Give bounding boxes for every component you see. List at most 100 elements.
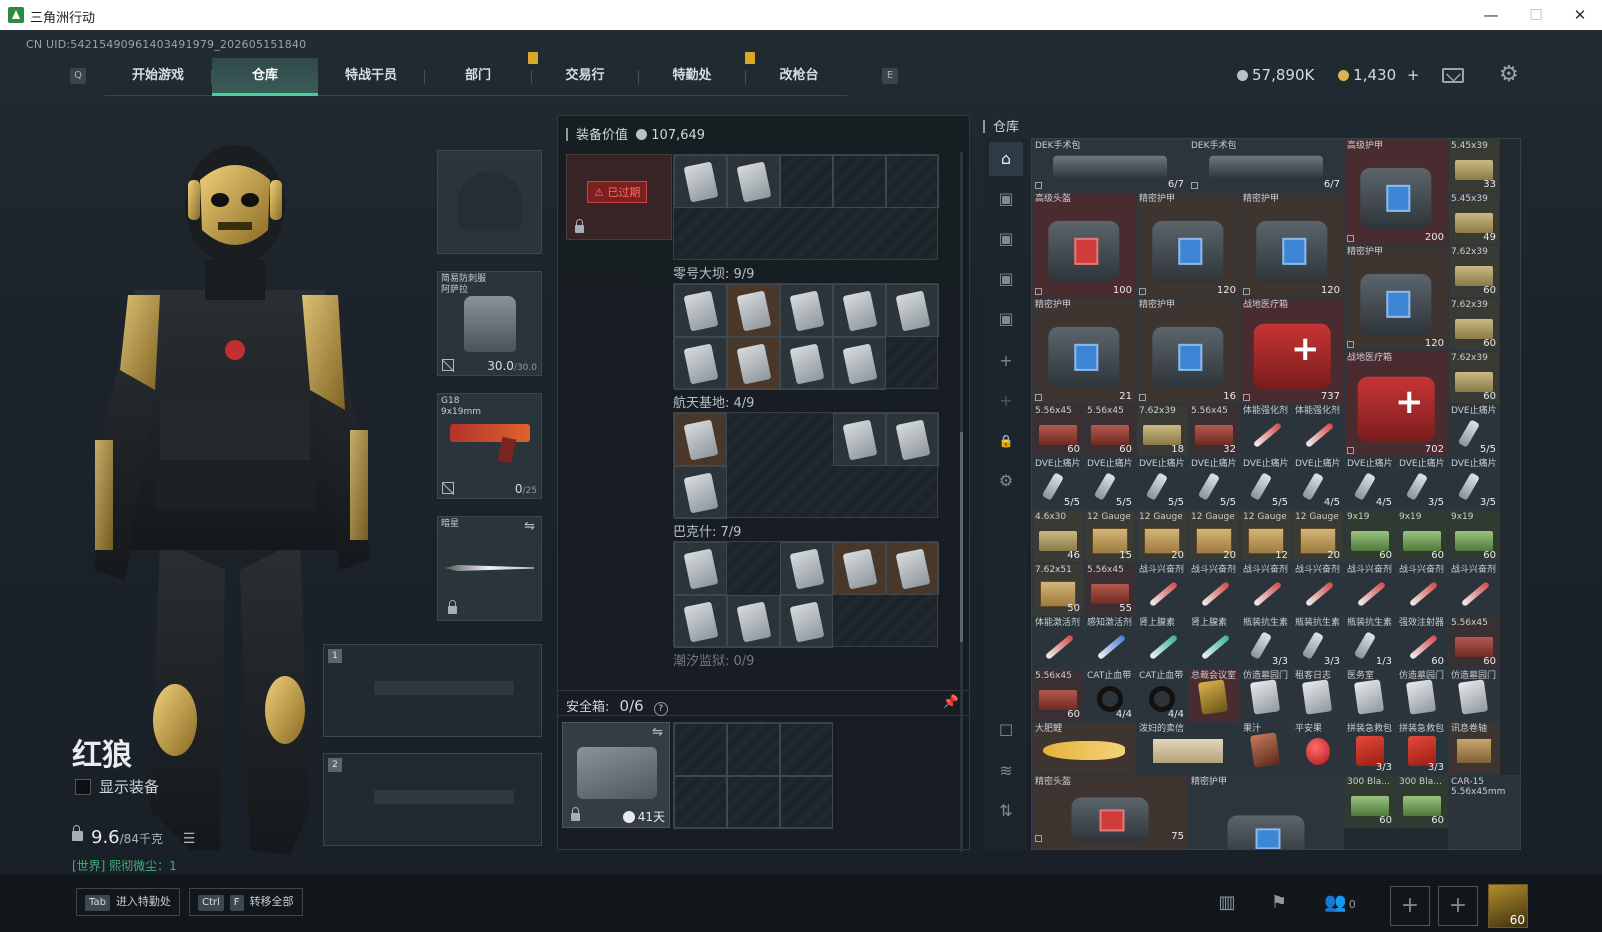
list-icon[interactable]: ☰: [183, 831, 196, 847]
invite-slot-button[interactable]: +: [1438, 886, 1478, 926]
stash-item[interactable]: DEK手术包 6/7: [1032, 139, 1188, 192]
stash-item[interactable]: CAR-15 5.56x45mm: [1448, 775, 1520, 849]
stash-page-4[interactable]: ▣: [989, 302, 1023, 336]
tab-operators[interactable]: 特战干员: [318, 58, 424, 96]
invite-slot-button[interactable]: +: [1390, 886, 1430, 926]
show-equipment-toggle[interactable]: 显示装备: [75, 776, 159, 797]
stash-item[interactable]: 拼装急救包 3/3: [1396, 722, 1448, 775]
stash-item[interactable]: 平安果: [1292, 722, 1344, 775]
key-item[interactable]: [674, 466, 727, 519]
stash-item[interactable]: DVE止痛片 5/5: [1188, 457, 1240, 510]
stash-item[interactable]: 讯息卷轴: [1448, 722, 1500, 775]
minimize-button[interactable]: —: [1476, 4, 1506, 26]
stash-item[interactable]: 精密护甲 120: [1240, 192, 1344, 298]
nav-prev-key[interactable]: Q: [70, 68, 86, 84]
gear-icon[interactable]: ⚙: [1499, 64, 1521, 86]
stash-item[interactable]: 仿造墓园门: [1396, 669, 1448, 722]
stash-item[interactable]: DVE止痛片 4/5: [1344, 457, 1396, 510]
key-item[interactable]: [780, 595, 833, 648]
stash-item[interactable]: 仿造墓园门: [1448, 669, 1500, 722]
operator-icon[interactable]: ☐: [989, 714, 1023, 748]
stash-item[interactable]: 总裁会议室: [1188, 669, 1240, 722]
scroll-thumb[interactable]: [960, 432, 963, 642]
avatar[interactable]: 60: [1488, 884, 1528, 928]
friends-icon[interactable]: 👥 0: [1320, 890, 1360, 916]
stash-item[interactable]: 12 Gauge 12: [1240, 510, 1292, 563]
stash-item[interactable]: 12 Gauge 20: [1136, 510, 1188, 563]
stash-item[interactable]: 12 Gauge 15: [1084, 510, 1136, 563]
stash-item[interactable]: 战斗兴奋剂: [1136, 563, 1188, 616]
close-button[interactable]: ✕: [1565, 4, 1595, 26]
stash-page-1[interactable]: ▣: [989, 182, 1023, 216]
stash-item[interactable]: 体能强化剂: [1292, 404, 1344, 457]
help-icon[interactable]: ?: [653, 702, 668, 716]
stash-item[interactable]: 12 Gauge 20: [1188, 510, 1240, 563]
tab-departments[interactable]: 部门: [425, 58, 531, 96]
stash-item[interactable]: 战地医疗箱 702: [1344, 351, 1448, 457]
key-item[interactable]: [727, 337, 780, 390]
stash-item[interactable]: 体能强化剂: [1240, 404, 1292, 457]
stash-item[interactable]: 7.62x39 18: [1136, 404, 1188, 457]
safe-box-item[interactable]: ⇋ 41天: [562, 722, 670, 828]
key-item[interactable]: [833, 413, 886, 466]
empty-cell[interactable]: [674, 776, 727, 829]
key-case-expired[interactable]: ⚠ 已过期: [566, 154, 672, 240]
stash-item[interactable]: 精密护甲 16: [1136, 298, 1240, 404]
stash-item[interactable]: 感知激活剂: [1084, 616, 1136, 669]
empty-cell[interactable]: [727, 723, 780, 776]
swap-icon[interactable]: ⇋: [524, 519, 535, 534]
stash-item[interactable]: CAT止血带 4/4: [1136, 669, 1188, 722]
key-item[interactable]: [674, 284, 727, 337]
stash-page-2[interactable]: ▣: [989, 222, 1023, 256]
layers-icon[interactable]: ≋: [989, 754, 1023, 788]
stash-item[interactable]: 高级头盔 100: [1032, 192, 1136, 298]
stash-item[interactable]: 5.45x39 49: [1448, 192, 1500, 245]
stash-item[interactable]: CAT止血带 4/4: [1084, 669, 1136, 722]
stash-item[interactable]: 战斗兴奋剂: [1188, 563, 1240, 616]
stash-item[interactable]: 瓶装抗生素 1/3: [1344, 616, 1396, 669]
stash-item[interactable]: DVE止痛片 4/5: [1292, 457, 1344, 510]
stash-item[interactable]: 精密护甲: [1188, 775, 1344, 849]
stash-item[interactable]: 肾上腺素: [1136, 616, 1188, 669]
stash-item[interactable]: 战斗兴奋剂: [1240, 563, 1292, 616]
tab-special-ops[interactable]: 特勤处: [639, 58, 745, 96]
primary-weapon-slot-2[interactable]: 2: [323, 753, 542, 846]
flag-icon[interactable]: ⚑: [1266, 890, 1292, 916]
key-item[interactable]: [886, 413, 939, 466]
tab-gunsmith[interactable]: 改枪台: [746, 58, 852, 96]
stash-item[interactable]: 9x19 60: [1448, 510, 1500, 563]
world-chat[interactable]: [世界] 熙彻微尘：1: [72, 857, 177, 874]
stash-item[interactable]: 战斗兴奋剂: [1448, 563, 1500, 616]
stash-item[interactable]: 肾上腺素: [1188, 616, 1240, 669]
sidearm-slot[interactable]: G18 9x19mm 0/25: [437, 393, 542, 499]
maximize-button[interactable]: ☐: [1521, 4, 1551, 26]
stash-item[interactable]: 瓶装抗生素 3/3: [1240, 616, 1292, 669]
empty-cell[interactable]: [674, 723, 727, 776]
stash-item[interactable]: DVE止痛片 5/5: [1448, 404, 1500, 457]
primary-weapon-slot-1[interactable]: 1: [323, 644, 542, 737]
stash-item[interactable]: DEK手术包 6/7: [1188, 139, 1344, 192]
key-item[interactable]: [886, 542, 939, 595]
tab-stash[interactable]: 仓库: [212, 58, 318, 96]
recharge-button[interactable]: +: [1407, 66, 1420, 84]
add-page-button[interactable]: +: [989, 344, 1023, 378]
stash-item[interactable]: 5.56x45 32: [1188, 404, 1240, 457]
tab-start-game[interactable]: 开始游戏: [105, 58, 211, 96]
empty-cell[interactable]: [780, 155, 833, 208]
empty-cell[interactable]: [727, 776, 780, 829]
stash-item[interactable]: 7.62x51 50: [1032, 563, 1084, 616]
key-item[interactable]: [674, 155, 727, 208]
key-item[interactable]: [833, 542, 886, 595]
helmet-slot[interactable]: [437, 150, 542, 254]
stash-item[interactable]: 12 Gauge 20: [1292, 510, 1344, 563]
key-item[interactable]: [833, 284, 886, 337]
stash-item[interactable]: 300 Bla... 60: [1344, 775, 1396, 828]
key-item[interactable]: [886, 284, 939, 337]
empty-cell[interactable]: [780, 723, 833, 776]
stash-item[interactable]: 7.62x39 60: [1448, 298, 1500, 351]
nav-next-key[interactable]: E: [882, 68, 898, 84]
stash-item[interactable]: DVE止痛片 5/5: [1032, 457, 1084, 510]
stash-item[interactable]: DVE止痛片 5/5: [1136, 457, 1188, 510]
stash-item[interactable]: 9x19 60: [1344, 510, 1396, 563]
stash-item[interactable]: 体能激活剂: [1032, 616, 1084, 669]
